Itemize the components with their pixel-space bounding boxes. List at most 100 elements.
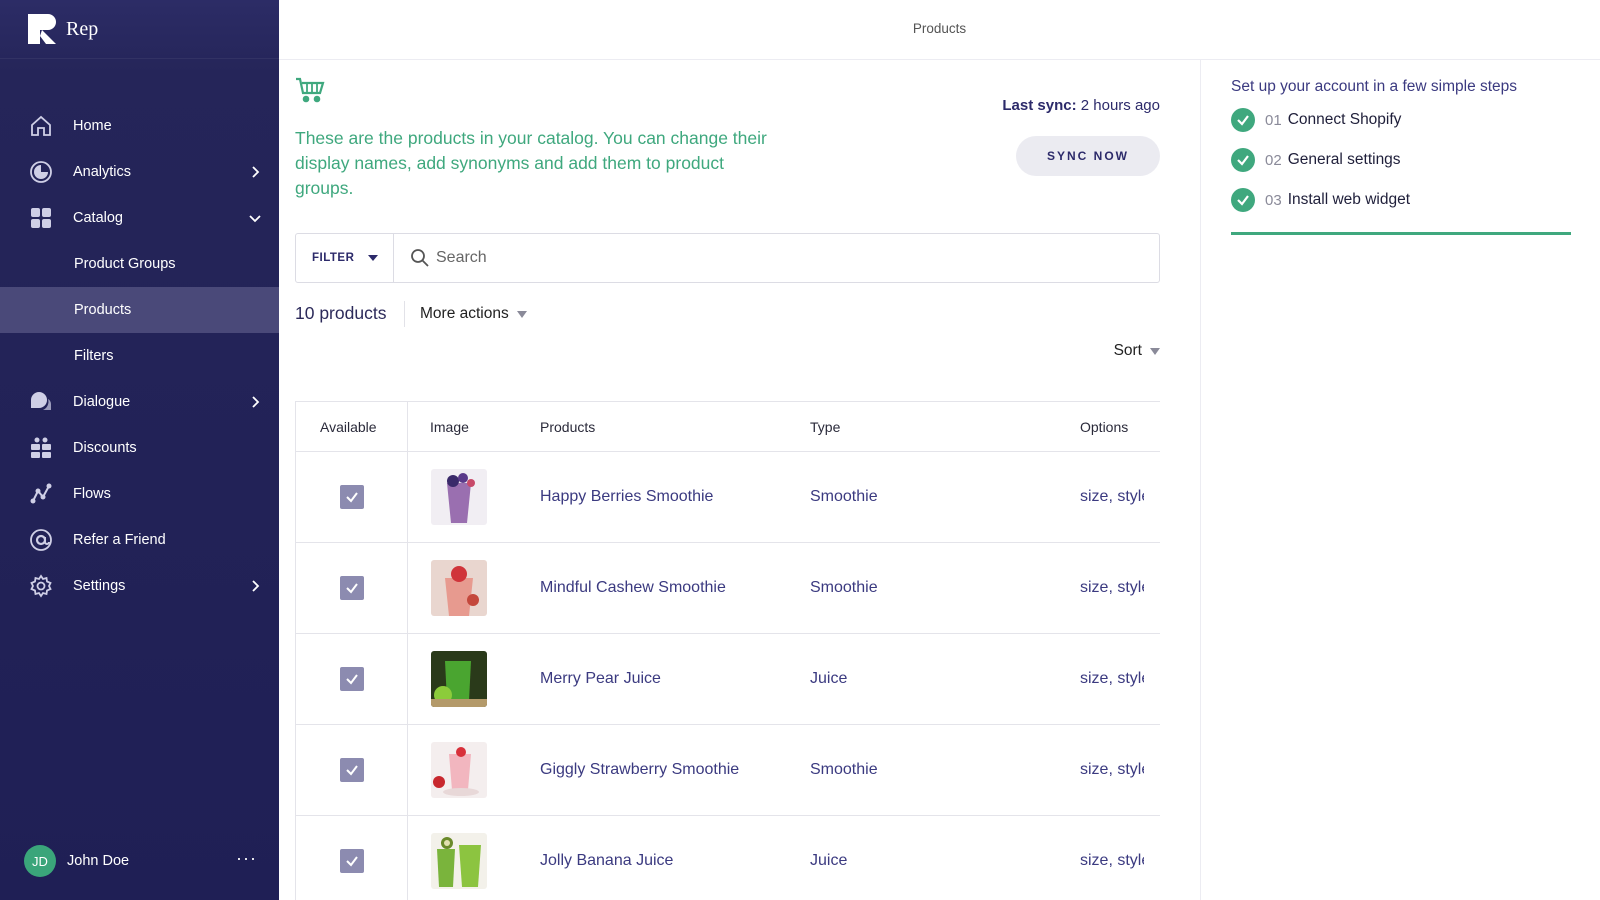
setup-progress-bar	[1231, 232, 1571, 235]
column-header-type[interactable]: Type	[810, 419, 840, 435]
available-checkbox[interactable]	[340, 667, 364, 691]
available-checkbox[interactable]	[340, 485, 364, 509]
setup-progress-fill	[1231, 232, 1571, 235]
product-name-link[interactable]: Jolly Banana Juice	[540, 852, 673, 870]
table-row[interactable]: Happy Berries Smoothie Smoothie size, st…	[296, 452, 1160, 543]
setup-step-install-web-widget[interactable]: 03 Install web widget	[1231, 188, 1410, 212]
last-sync: Last sync: 2 hours ago	[1002, 97, 1160, 114]
sidebar-item-label: Catalog	[73, 210, 123, 226]
sidebar-item-label: Refer a Friend	[73, 532, 166, 548]
column-header-available[interactable]: Available	[320, 419, 377, 435]
product-thumbnail	[431, 742, 487, 798]
check-circle-icon	[1231, 108, 1255, 132]
sidebar-item-label: Products	[74, 302, 132, 318]
filter-button[interactable]: FILTER	[296, 234, 394, 282]
step-number: 01	[1265, 111, 1282, 129]
catalog-icon	[28, 205, 54, 231]
sort-label: Sort	[1113, 342, 1142, 359]
caret-down-icon	[516, 310, 527, 318]
sidebar-item-filters[interactable]: Filters	[0, 333, 279, 379]
divider	[404, 301, 405, 327]
more-actions-dropdown[interactable]: More actions	[420, 305, 527, 323]
more-actions-label: More actions	[420, 305, 509, 322]
search-icon	[410, 248, 430, 273]
product-thumbnail	[431, 651, 487, 707]
sort-dropdown[interactable]: Sort	[1114, 342, 1160, 360]
sidebar-item-dialogue[interactable]: Dialogue	[0, 379, 279, 425]
chevron-down-icon	[249, 212, 261, 224]
chevron-right-icon	[249, 580, 261, 592]
chevron-right-icon	[249, 396, 261, 408]
product-type: Juice	[810, 670, 848, 687]
sidebar-item-settings[interactable]: Settings	[0, 563, 279, 609]
cart-icon	[295, 76, 325, 109]
setup-title: Set up your account in a few simple step…	[1231, 78, 1518, 95]
step-label: Install web widget	[1287, 191, 1411, 208]
available-checkbox[interactable]	[340, 758, 364, 782]
user-name: John Doe	[67, 853, 130, 869]
caret-down-icon	[368, 255, 379, 261]
column-header-image: Image	[430, 419, 469, 435]
table-row[interactable]: Jolly Banana Juice Juice size, style	[296, 816, 1160, 900]
last-sync-value: 2 hours ago	[1080, 97, 1160, 114]
divider	[0, 58, 279, 59]
sidebar-item-home[interactable]: Home	[0, 103, 279, 149]
sidebar-item-label: Product Groups	[74, 256, 176, 272]
sidebar: Rep Home Analytics Catalog Product Group…	[0, 0, 279, 900]
sidebar-item-product-groups[interactable]: Product Groups	[0, 241, 279, 287]
discounts-icon	[28, 435, 54, 461]
sidebar-item-label: Home	[73, 118, 112, 134]
step-label: General settings	[1287, 151, 1401, 168]
available-checkbox[interactable]	[340, 576, 364, 600]
step-number: 02	[1265, 151, 1282, 169]
column-header-options[interactable]: Options	[1080, 419, 1128, 435]
setup-panel: Set up your account in a few simple step…	[1200, 60, 1600, 900]
setup-step-connect-shopify[interactable]: 01 Connect Shopify	[1231, 108, 1401, 132]
chevron-right-icon	[249, 166, 261, 178]
sidebar-item-analytics[interactable]: Analytics	[0, 149, 279, 195]
product-options: size, style	[1080, 852, 1144, 869]
sidebar-item-flows[interactable]: Flows	[0, 471, 279, 517]
product-name-link[interactable]: Merry Pear Juice	[540, 670, 661, 688]
table-row[interactable]: Giggly Strawberry Smoothie Smoothie size…	[296, 725, 1160, 816]
brand[interactable]: Rep	[28, 14, 98, 44]
more-options-icon[interactable]: ···	[236, 848, 257, 869]
product-name-link[interactable]: Giggly Strawberry Smoothie	[540, 761, 739, 779]
flows-icon	[28, 481, 54, 507]
user-profile[interactable]: JD John Doe	[24, 845, 129, 877]
table-header: Available Image Products Type Options	[296, 402, 1160, 452]
step-label: Connect Shopify	[1287, 111, 1402, 128]
at-sign-icon	[28, 527, 54, 553]
product-options: size, style	[1080, 670, 1144, 687]
analytics-icon	[28, 159, 54, 185]
sidebar-item-products[interactable]: Products	[0, 287, 279, 333]
page-title: Products	[912, 21, 967, 36]
product-name-link[interactable]: Mindful Cashew Smoothie	[540, 579, 726, 597]
product-type: Smoothie	[810, 761, 878, 778]
table-row[interactable]: Mindful Cashew Smoothie Smoothie size, s…	[296, 543, 1160, 634]
topbar: Products	[279, 0, 1600, 60]
brand-name: Rep	[66, 17, 99, 40]
main-content: These are the products in your catalog. …	[279, 60, 1200, 900]
product-thumbnail	[431, 833, 487, 889]
product-type: Smoothie	[810, 579, 878, 596]
table-row[interactable]: Merry Pear Juice Juice size, style	[296, 634, 1160, 725]
sidebar-item-catalog[interactable]: Catalog	[0, 195, 279, 241]
search-input[interactable]	[436, 243, 1136, 273]
product-options: size, style	[1080, 488, 1144, 505]
sync-now-button[interactable]: SYNC NOW	[1016, 136, 1160, 176]
sidebar-item-label: Discounts	[73, 440, 137, 456]
product-name-link[interactable]: Happy Berries Smoothie	[540, 488, 713, 506]
setup-step-general-settings[interactable]: 02 General settings	[1231, 148, 1401, 172]
check-circle-icon	[1231, 148, 1255, 172]
sidebar-item-discounts[interactable]: Discounts	[0, 425, 279, 471]
gear-icon	[28, 573, 54, 599]
sidebar-item-refer-a-friend[interactable]: Refer a Friend	[0, 517, 279, 563]
available-checkbox[interactable]	[340, 849, 364, 873]
sidebar-item-label: Settings	[73, 578, 126, 594]
home-icon	[28, 113, 54, 139]
product-options: size, style	[1080, 579, 1144, 596]
sidebar-item-label: Analytics	[73, 164, 132, 180]
column-header-products[interactable]: Products	[540, 419, 595, 435]
intro-text: These are the products in your catalog. …	[295, 128, 767, 198]
